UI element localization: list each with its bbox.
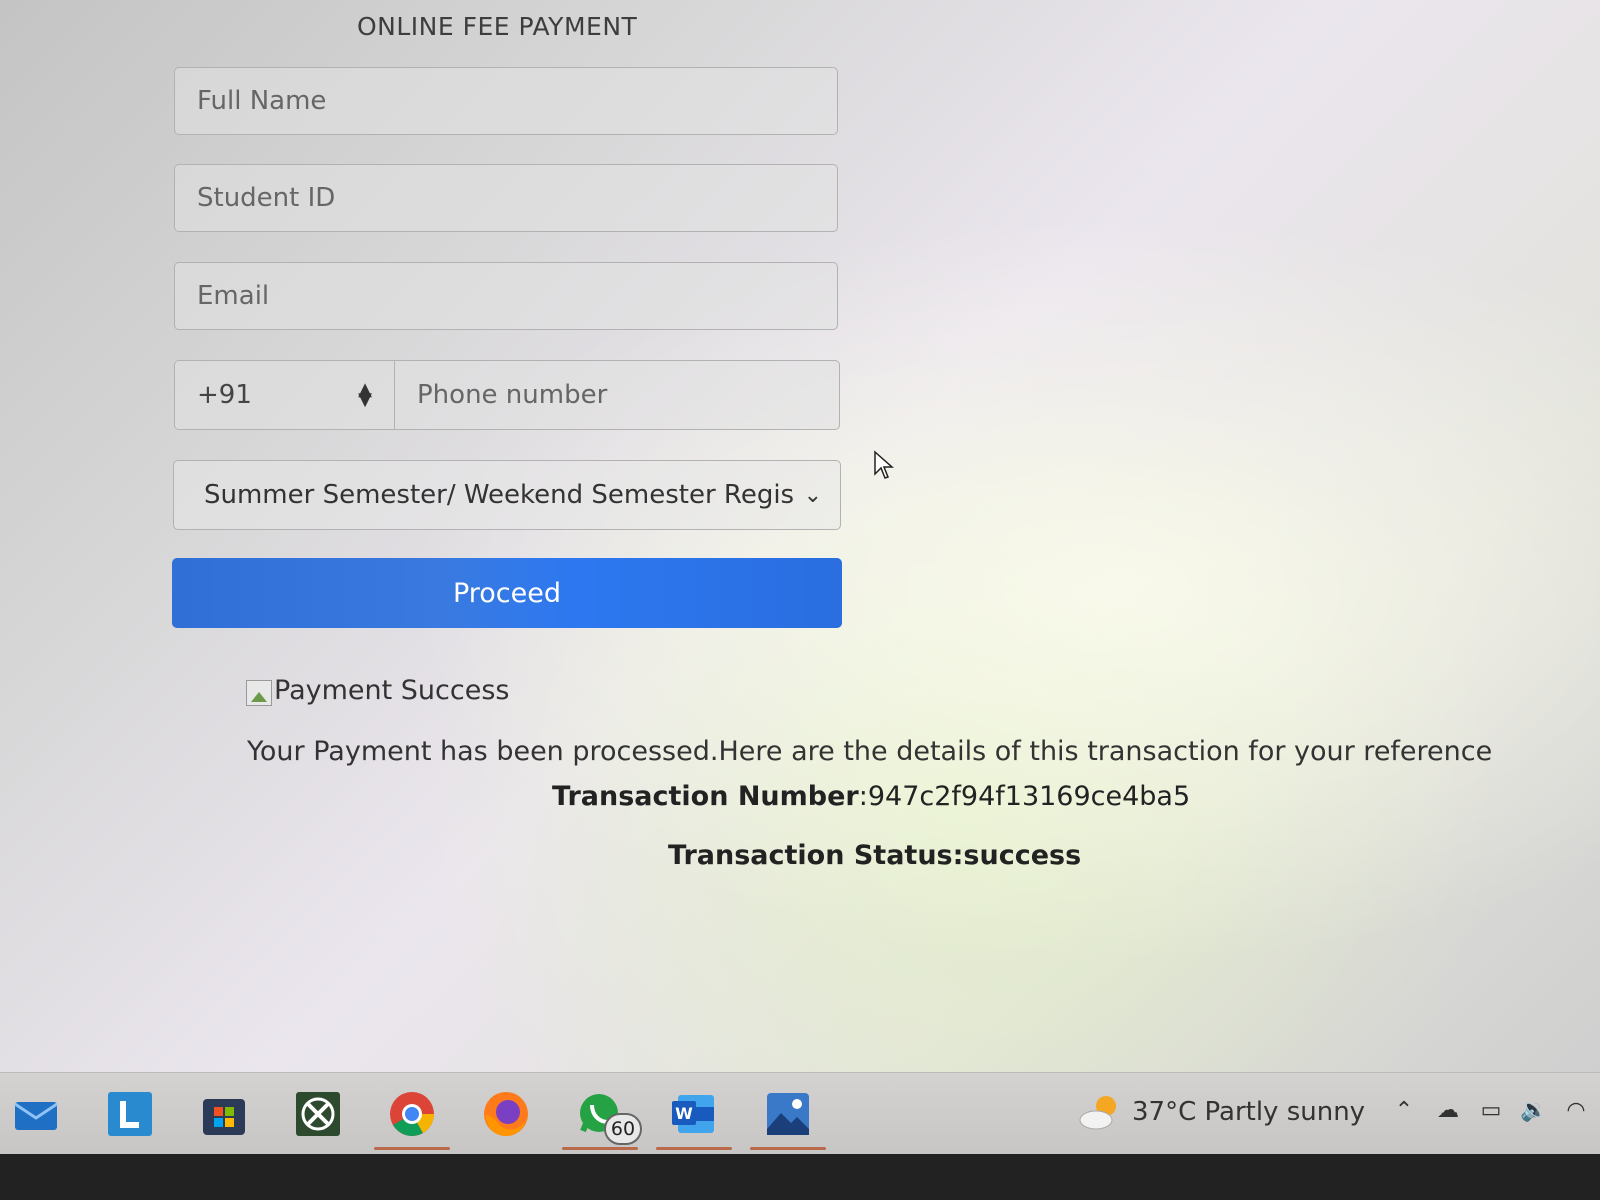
speaker-icon[interactable]: 🔉 [1518,1094,1550,1126]
payment-success-text: Payment Success [274,675,510,706]
chevron-down-icon: ⌄ [803,482,822,508]
mouse-cursor-icon [874,450,894,479]
screen-bezel [0,1154,1600,1200]
country-code-value: +91 [197,380,252,410]
xbox-icon[interactable] [294,1090,342,1138]
partly-sunny-icon [1079,1096,1116,1130]
country-code-select[interactable]: +91 ▲ ▼ [175,361,395,429]
photos-icon[interactable] [764,1090,812,1138]
wifi-icon[interactable]: ◠ [1560,1094,1592,1126]
weather-widget[interactable]: 37°C Partly sunny [1078,1092,1365,1132]
browser-viewport: ONLINE FEE PAYMENT Full Name Student ID … [0,0,1600,1072]
payment-message: Your Payment has been processed.Here are… [247,736,1493,767]
page-title: ONLINE FEE PAYMENT [357,12,638,41]
transaction-number-label: Transaction Number [552,781,859,812]
weather-text: 37°C Partly sunny [1132,1097,1366,1127]
phone-group: +91 ▲ ▼ Phone number [174,360,840,430]
broken-image-icon [246,680,272,706]
proceed-button[interactable]: Proceed [172,558,842,628]
updown-arrows-icon: ▲ ▼ [358,379,372,410]
store-icon[interactable] [200,1090,248,1138]
photos-active-indicator [750,1147,826,1150]
whatsapp-active-indicator [562,1147,638,1150]
chrome-icon[interactable] [388,1090,436,1138]
transaction-number: Transaction Number:947c2f94f13169ce4ba5 [552,781,1190,812]
mail-icon[interactable] [12,1090,60,1138]
word-icon[interactable]: W [670,1090,718,1138]
student-id-input[interactable]: Student ID [174,164,838,232]
semester-selected-value: Summer Semester/ Weekend Semester Regist… [204,480,794,510]
chevron-up-icon[interactable]: ⌃ [1388,1094,1420,1126]
semester-select[interactable]: Summer Semester/ Weekend Semester Regist… [173,460,841,530]
transaction-status-value: :success [952,840,1082,871]
chrome-active-indicator [374,1147,450,1150]
svg-text:W: W [675,1104,693,1123]
transaction-status: Transaction Status:success [668,840,1081,871]
battery-icon[interactable]: ▭ [1475,1094,1507,1126]
firefox-icon[interactable] [482,1090,530,1138]
cloud-icon[interactable]: ☁ [1432,1094,1464,1126]
whatsapp-notification-badge: 60 [604,1113,642,1145]
full-name-input[interactable]: Full Name [174,67,838,135]
payment-success-heading: Payment Success [246,675,509,706]
transaction-status-label: Transaction Status [668,840,953,871]
word-active-indicator [656,1147,732,1150]
phone-number-input[interactable]: Phone number [395,361,839,429]
l-app-icon[interactable] [106,1090,154,1138]
transaction-number-value: :947c2f94f13169ce4ba5 [858,781,1191,812]
email-input[interactable]: Email [174,262,838,330]
